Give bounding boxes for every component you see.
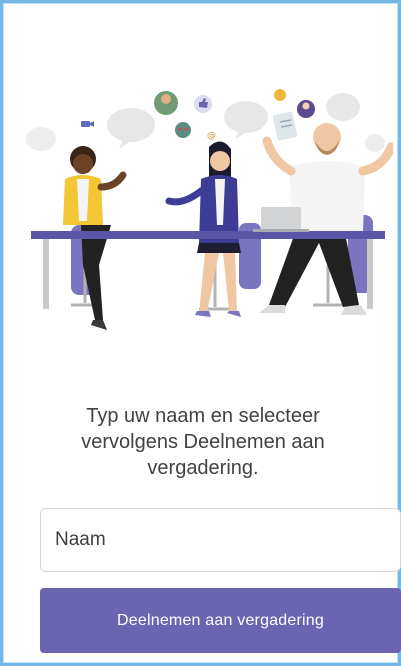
person-right-legs xyxy=(269,233,359,307)
speech-bubble-icon xyxy=(107,108,155,142)
meeting-table xyxy=(31,231,385,239)
join-instructions-line-1: Typ uw naam en selecteer xyxy=(86,405,320,427)
laptop-icon xyxy=(261,207,301,231)
join-instructions-line-2: vervolgens Deelnemen aan xyxy=(81,431,325,453)
meeting-people-illustration: @ xyxy=(26,89,393,330)
speech-bubble-icon xyxy=(26,127,56,151)
speech-bubble-icon xyxy=(365,134,385,152)
at-sign-icon: @ xyxy=(207,131,216,141)
join-meeting-button[interactable]: Deelnemen aan vergadering xyxy=(40,588,401,653)
speech-bubble-icon xyxy=(224,101,268,133)
emoji-icon xyxy=(175,122,191,138)
join-instructions: Typ uw naam en selecteer vervolgens Deel… xyxy=(43,403,363,481)
video-camera-icon xyxy=(81,121,90,127)
speech-bubble-icon xyxy=(326,93,360,121)
join-instructions-line-3: vergadering. xyxy=(147,457,259,479)
person-middle-head xyxy=(210,151,230,171)
name-input[interactable] xyxy=(40,508,401,572)
app-frame: @ Typ uw naam en selecteer vervolgens De… xyxy=(0,0,401,666)
smiley-icon xyxy=(274,89,286,101)
